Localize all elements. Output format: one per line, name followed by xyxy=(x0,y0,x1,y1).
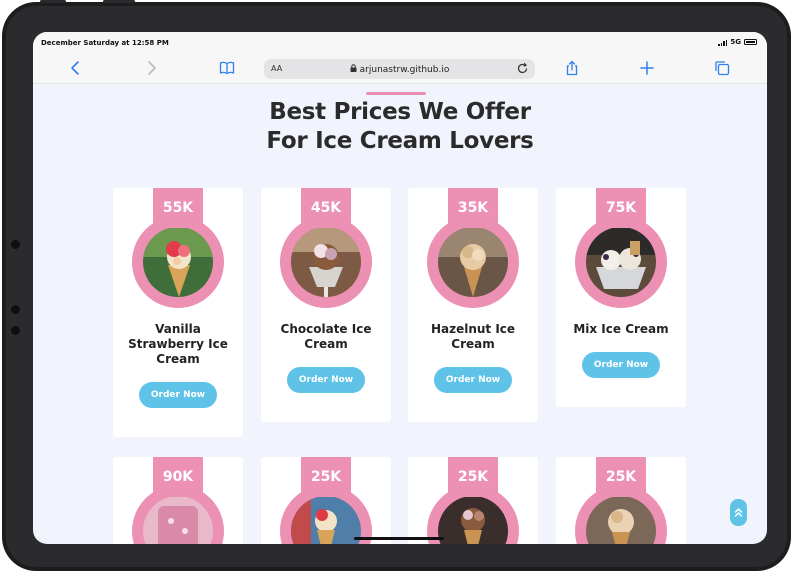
price-tag: 25K xyxy=(301,457,351,497)
battery-icon xyxy=(744,39,757,45)
product-photo xyxy=(291,496,361,544)
product-image-ring xyxy=(132,216,224,308)
product-name: Mix Ice Cream xyxy=(573,322,669,336)
browser-toolbar: AA arjunastrw.github.io xyxy=(33,52,767,84)
url-text: arjunastrw.github.io xyxy=(359,65,450,75)
page-heading-line2: For Ice Cream Lovers xyxy=(266,128,534,154)
product-image-ring xyxy=(280,216,372,308)
price-tag: 25K xyxy=(448,457,498,497)
product-photo xyxy=(586,227,656,297)
product-name: Hazelnut Ice Cream xyxy=(430,322,516,351)
product-card: 25K xyxy=(261,457,391,544)
order-now-button[interactable]: Order Now xyxy=(582,352,660,378)
url-display[interactable]: arjunastrw.github.io xyxy=(264,64,535,75)
top-button xyxy=(40,0,66,3)
address-bar[interactable]: AA arjunastrw.github.io xyxy=(264,59,535,79)
share-icon[interactable] xyxy=(563,60,581,76)
price-tag: 45K xyxy=(301,188,351,228)
order-now-button[interactable]: Order Now xyxy=(434,367,512,393)
forward-icon[interactable] xyxy=(142,60,160,76)
product-card: 90K xyxy=(113,457,243,544)
status-indicators: 5G xyxy=(718,38,757,46)
side-sensor xyxy=(11,326,20,335)
price-tag: 75K xyxy=(596,188,646,228)
product-image-ring xyxy=(575,216,667,308)
side-sensor xyxy=(11,240,20,249)
network-label: 5G xyxy=(730,38,741,46)
price-tag: 55K xyxy=(153,188,203,228)
order-now-button[interactable]: Order Now xyxy=(139,382,217,408)
bookmarks-icon[interactable] xyxy=(218,60,236,76)
product-card: 55K Vanilla Strawberry Ice Cream Order N… xyxy=(113,188,243,437)
product-card: 35K Hazelnut Ice Cream Order Now xyxy=(408,188,538,422)
product-photo xyxy=(438,496,508,544)
order-now-button[interactable]: Order Now xyxy=(287,367,365,393)
page-heading-line1: Best Prices We Offer xyxy=(269,99,531,125)
lock-icon xyxy=(350,64,357,75)
signal-icon xyxy=(718,39,728,46)
price-tag: 35K xyxy=(448,188,498,228)
double-chevron-up-icon xyxy=(734,503,743,522)
scroll-to-top-button[interactable] xyxy=(730,499,747,526)
product-card: 25K xyxy=(556,457,686,544)
heading-accent xyxy=(366,92,426,95)
new-tab-icon[interactable] xyxy=(638,60,656,76)
product-photo xyxy=(143,496,213,544)
product-name: Vanilla Strawberry Ice Cream xyxy=(128,322,228,366)
product-photo xyxy=(143,227,213,297)
side-sensor xyxy=(11,305,20,314)
tabs-icon[interactable] xyxy=(713,60,731,76)
status-bar: December Saturday at 12:58 PM 5G xyxy=(33,32,767,52)
status-time: December Saturday at 12:58 PM xyxy=(41,39,169,47)
volume-button xyxy=(103,0,135,3)
price-tag: 25K xyxy=(596,457,646,497)
price-tag: 90K xyxy=(153,457,203,497)
screen: December Saturday at 12:58 PM 5G AA arju… xyxy=(33,32,767,544)
reload-icon[interactable] xyxy=(516,62,529,75)
product-card: 25K xyxy=(408,457,538,544)
product-name: Chocolate Ice Cream xyxy=(280,322,372,351)
product-card: 75K Mix Ice Cream Order Now xyxy=(556,188,686,407)
product-image-ring xyxy=(427,216,519,308)
page-content: Best Prices We Offer For Ice Cream Lover… xyxy=(33,85,767,544)
product-photo xyxy=(438,227,508,297)
home-indicator xyxy=(354,537,444,540)
product-photo xyxy=(586,496,656,544)
product-photo xyxy=(291,227,361,297)
back-icon[interactable] xyxy=(67,60,85,76)
product-card: 45K Chocolate Ice Cream Order Now xyxy=(261,188,391,422)
